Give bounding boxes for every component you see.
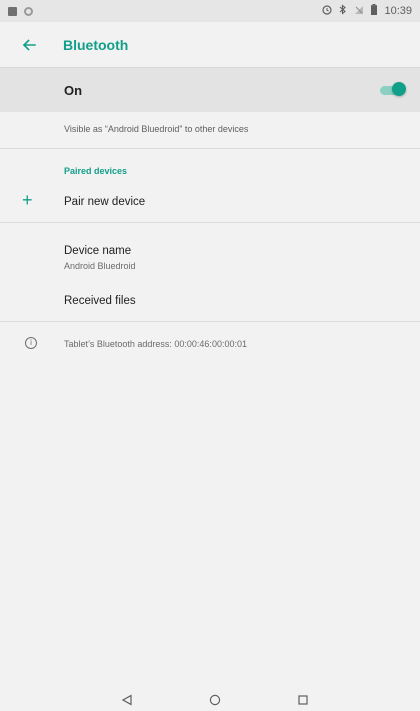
- nav-home-button[interactable]: [207, 692, 223, 708]
- alarm-icon: [322, 4, 333, 18]
- nav-recents-button[interactable]: [295, 692, 311, 708]
- status-right: 10:39: [322, 4, 412, 18]
- page-title: Bluetooth: [63, 36, 129, 53]
- bluetooth-toggle-row[interactable]: On: [0, 68, 420, 112]
- pair-new-device-label: Pair new device: [64, 196, 146, 208]
- battery-icon: [371, 4, 378, 18]
- status-bar: 10:39: [0, 0, 420, 22]
- received-files-row[interactable]: Received files: [0, 284, 420, 318]
- app-bar: Bluetooth: [0, 22, 420, 68]
- device-name-row[interactable]: Device name Android Bluedroid: [0, 236, 420, 280]
- notification-circle-icon: [24, 6, 33, 16]
- info-icon: i: [25, 337, 37, 349]
- recents-square-icon: [298, 695, 308, 705]
- arrow-left-icon: [22, 38, 36, 51]
- plus-icon: +: [22, 190, 33, 210]
- visibility-text: Visible as “Android Bluedroid” to other …: [64, 124, 249, 134]
- pair-new-device-row[interactable]: + Pair new device: [0, 182, 420, 222]
- bluetooth-address-text: Tablet’s Bluetooth address: 00:00:46:00:…: [64, 339, 247, 349]
- bluetooth-icon: [339, 4, 347, 18]
- home-circle-icon: [209, 694, 221, 706]
- paired-devices-header: Paired devices: [64, 166, 128, 176]
- divider: [0, 222, 420, 223]
- device-name-value: Android Bluedroid: [64, 261, 136, 271]
- divider: [0, 321, 420, 322]
- navigation-bar: [0, 688, 420, 711]
- divider: [0, 148, 420, 149]
- status-left: [8, 6, 33, 16]
- signal-off-icon: [354, 5, 364, 18]
- bluetooth-switch[interactable]: [380, 82, 406, 97]
- status-time: 10:39: [384, 5, 412, 17]
- toggle-label: On: [64, 82, 83, 98]
- back-triangle-icon: [121, 694, 132, 706]
- device-name-title: Device name: [64, 245, 132, 257]
- received-files-label: Received files: [64, 295, 136, 307]
- switch-thumb: [392, 82, 406, 96]
- nav-back-button[interactable]: [119, 692, 135, 708]
- back-button[interactable]: [15, 31, 43, 59]
- notification-image-icon: [8, 6, 17, 16]
